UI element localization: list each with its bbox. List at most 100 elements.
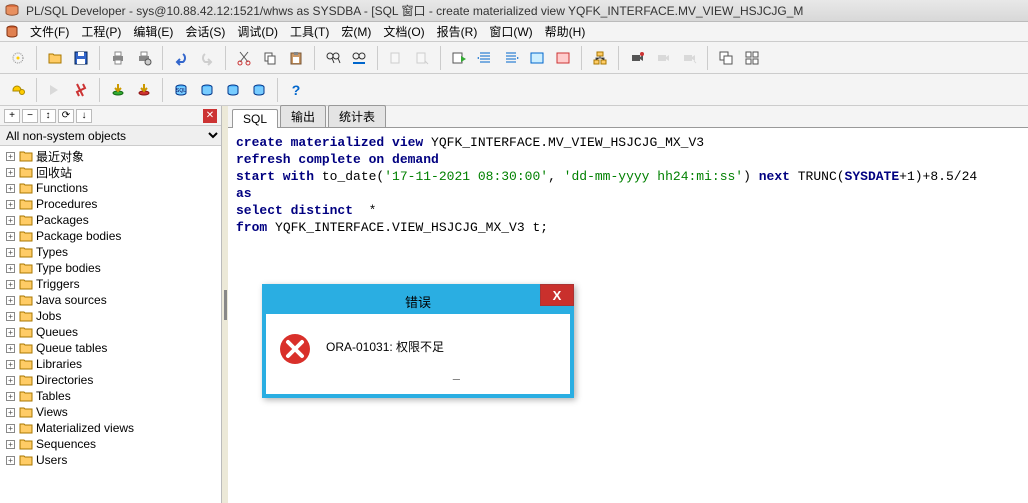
menu-help[interactable]: 帮助(H) [539,23,592,40]
tab-output[interactable]: 输出 [280,105,326,127]
tree-node[interactable]: + Materialized views [0,420,221,436]
tree-node-label: 最近对象 [36,148,84,165]
tree-node-label: Procedures [36,197,97,211]
rollback-button[interactable] [132,78,156,102]
tree-node[interactable]: +回收站 [0,164,221,180]
expand-icon[interactable]: + [6,232,15,241]
tree-node[interactable]: +Type bodies [0,260,221,276]
tab-stats[interactable]: 统计表 [328,105,386,127]
report-window-button[interactable] [195,78,219,102]
tree-node[interactable]: +Packages [0,212,221,228]
expand-icon[interactable]: + [6,296,15,305]
tree-node[interactable]: +Jobs [0,308,221,324]
expand-icon[interactable]: + [6,248,15,257]
expand-icon[interactable]: + [6,216,15,225]
tree-node[interactable]: + Procedures [0,196,221,212]
menu-file[interactable]: 文件(F) [24,23,75,40]
expand-icon[interactable]: + [6,168,15,177]
uncomment-button[interactable] [551,46,575,70]
break-button[interactable] [69,78,93,102]
menu-tools[interactable]: 工具(T) [284,23,335,40]
menu-macro[interactable]: 宏(M) [335,23,377,40]
dialog-title: 错误 [405,292,431,311]
help-button[interactable]: ? [284,78,308,102]
tree-node[interactable]: +Directories [0,372,221,388]
browser-filter-select[interactable]: All non-system objects [0,126,221,145]
tree-node[interactable]: +Views [0,404,221,420]
toolbar-separator [162,46,163,70]
tree-node[interactable]: +Queue tables [0,340,221,356]
expand-icon[interactable]: + [6,344,15,353]
tree-node[interactable]: + 最近对象 [0,148,221,164]
expand-icon[interactable]: + [6,280,15,289]
expand-icon[interactable]: + [6,440,15,449]
tab-sql[interactable]: SQL [232,109,278,128]
browser-down-button[interactable]: ↓ [76,109,92,123]
print-setup-button[interactable] [132,46,156,70]
expand-icon[interactable]: + [6,264,15,273]
commit-button[interactable] [106,78,130,102]
browser-expand-button[interactable]: + [4,109,20,123]
expand-icon[interactable]: + [6,312,15,321]
indent-right-button[interactable] [499,46,523,70]
find-button[interactable] [321,46,345,70]
dialog-close-button[interactable]: X [540,284,574,306]
explain-plan-button[interactable] [588,46,612,70]
menu-session[interactable]: 会话(S) [179,23,231,40]
expand-icon[interactable]: + [6,200,15,209]
tree-node[interactable]: +Types [0,244,221,260]
toolbar-separator [162,78,163,102]
tile-windows-button[interactable] [740,46,764,70]
save-button[interactable] [69,46,93,70]
expand-icon[interactable]: + [6,456,15,465]
record-play-button [677,46,701,70]
paste-button[interactable] [284,46,308,70]
expand-icon[interactable]: + [6,328,15,337]
menu-edit[interactable]: 编辑(E) [127,23,179,40]
menu-window[interactable]: 窗口(W) [483,23,538,40]
tree-node[interactable]: +Sequences [0,436,221,452]
indent-left-button[interactable] [473,46,497,70]
tree-node[interactable]: +Libraries [0,356,221,372]
command-window-button[interactable] [221,78,245,102]
tree-node[interactable]: +Tables [0,388,221,404]
browser-refresh-button[interactable]: ⟳ [58,109,74,123]
browser-collapse-button[interactable]: − [22,109,38,123]
print-button[interactable] [106,46,130,70]
menu-project[interactable]: 工程(P) [75,23,127,40]
expand-icon[interactable]: + [6,408,15,417]
browser-updown-button[interactable]: ↕ [40,109,56,123]
tree-node[interactable]: +Package bodies [0,228,221,244]
find-next-button[interactable] [347,46,371,70]
cascade-windows-button[interactable] [714,46,738,70]
expand-icon[interactable]: + [6,184,15,193]
menu-report[interactable]: 报告(R) [431,23,484,40]
cut-button[interactable] [232,46,256,70]
undo-button[interactable] [169,46,193,70]
menu-document[interactable]: 文档(O) [377,23,430,40]
expand-icon[interactable]: + [6,392,15,401]
explain-window-button[interactable] [247,78,271,102]
tree-node[interactable]: +Java sources [0,292,221,308]
expand-icon[interactable]: + [6,376,15,385]
dialog-titlebar[interactable]: 错误 X [266,288,570,314]
menu-debug[interactable]: 调试(D) [231,23,284,40]
tree-node[interactable]: +Queues [0,324,221,340]
logon-button[interactable] [6,78,30,102]
expand-icon[interactable]: + [6,152,15,161]
tree-node[interactable]: +Users [0,452,221,468]
expand-icon[interactable]: + [6,360,15,369]
comment-button[interactable] [525,46,549,70]
sql-window-button[interactable]: SQL [169,78,193,102]
copy-button[interactable] [258,46,282,70]
browser-filter[interactable]: All non-system objects [0,126,221,146]
expand-icon[interactable]: + [6,424,15,433]
tree-node-label: Materialized views [36,421,134,435]
record-button[interactable] [625,46,649,70]
new-button[interactable] [6,46,30,70]
tree-node[interactable]: +Functions [0,180,221,196]
tree-node[interactable]: +Triggers [0,276,221,292]
open-button[interactable] [43,46,67,70]
browser-close-button[interactable]: ✕ [203,109,217,123]
execute-button[interactable] [447,46,471,70]
